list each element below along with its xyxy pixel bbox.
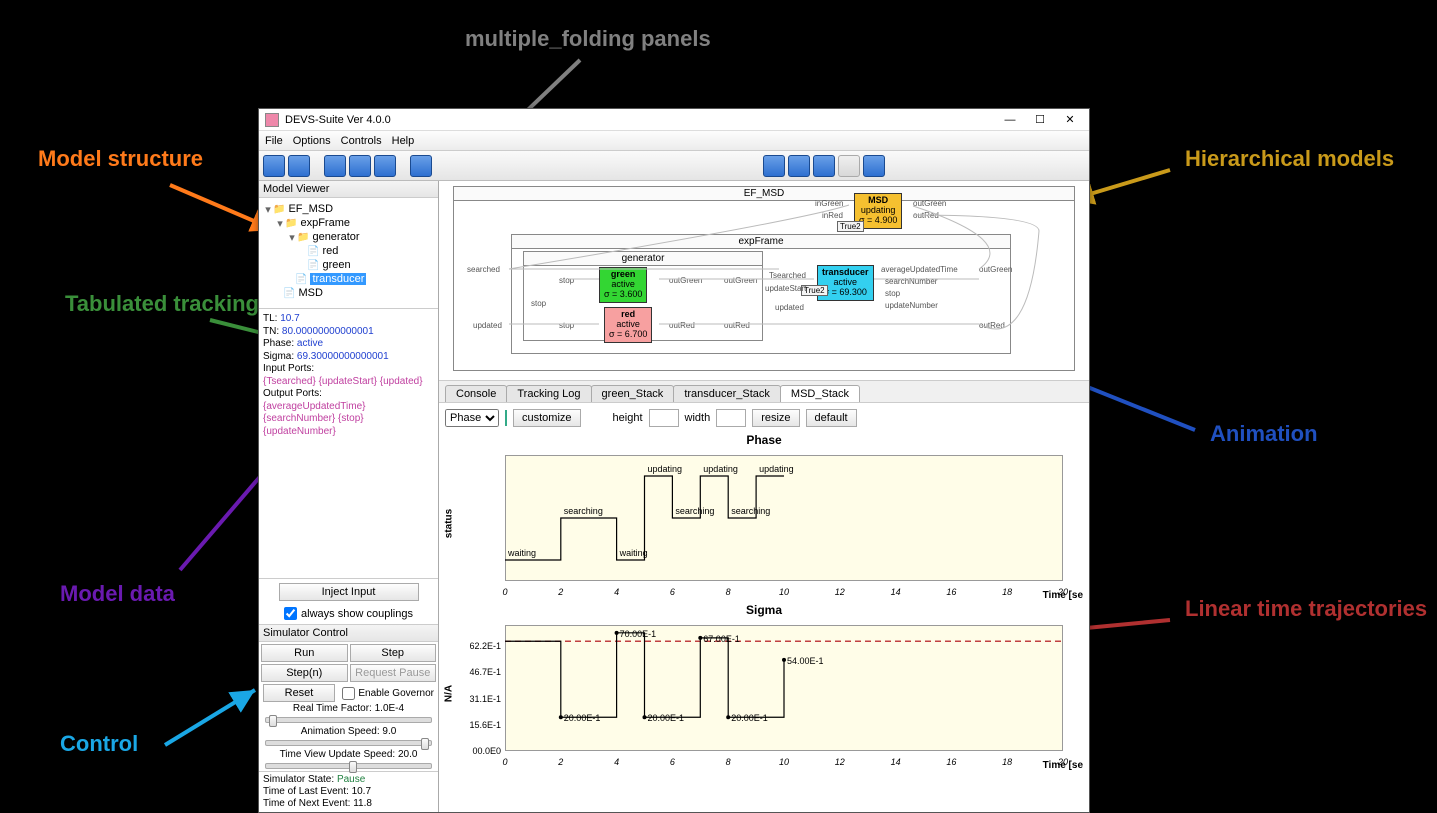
right-panel: EF_MSD expFrame generator greenactiveσ =…	[439, 181, 1089, 812]
toolbar-btn-6[interactable]	[410, 155, 432, 177]
input-ports: {Tsearched} {updateStart} {updated}	[263, 376, 434, 389]
model-tree[interactable]: ▾📁EF_MSD ▾📁expFrame ▾📁generator 📄red 📄gr…	[259, 198, 438, 308]
tree-green[interactable]: green	[322, 259, 350, 271]
anim-label: Animation Speed: 9.0	[259, 725, 438, 738]
step-button[interactable]: Step	[350, 644, 437, 662]
tree-msd[interactable]: MSD	[298, 287, 322, 299]
minimize-button[interactable]: —	[997, 111, 1023, 129]
model-canvas[interactable]: EF_MSD expFrame generator greenactiveσ =…	[439, 181, 1089, 381]
tn-value: 80.00000000000001	[282, 326, 374, 337]
toolbar-btn-4[interactable]	[349, 155, 371, 177]
tree-red[interactable]: red	[322, 245, 338, 257]
toolbar-btn-2[interactable]	[288, 155, 310, 177]
menu-help[interactable]: Help	[392, 135, 415, 147]
app-window: DEVS-Suite Ver 4.0.0 — ☐ ✕ File Options …	[258, 108, 1090, 813]
tree-generator[interactable]: generator	[312, 231, 359, 243]
resize-button[interactable]: resize	[752, 409, 799, 427]
tab-transducerstack[interactable]: transducer_Stack	[673, 385, 781, 402]
annot-tabulated-tracking: Tabulated tracking	[65, 290, 259, 319]
tree-expframe[interactable]: expFrame	[300, 217, 350, 229]
tl-value: 10.7	[280, 313, 299, 324]
run-button[interactable]: Run	[261, 644, 348, 662]
chart-sigma: SigmaN/ATime [se0246810121416182000.0E01…	[445, 603, 1083, 773]
toolbar-btn-3[interactable]	[324, 155, 346, 177]
chart-phase: PhasestatusTime [se02468101214161820wait…	[445, 433, 1083, 603]
tracking-panel: TL: 10.7 TN: 80.00000000000001 Phase: ac…	[259, 308, 438, 578]
sim-state: Pause	[337, 774, 365, 785]
simulator-control: Simulator Control Run Step Step(n) Reque…	[259, 624, 438, 812]
enable-governor-checkbox[interactable]	[342, 687, 355, 700]
reset-button[interactable]: Reset	[263, 684, 335, 702]
menubar: File Options Controls Help	[259, 131, 1089, 151]
tab-trackinglog[interactable]: Tracking Log	[506, 385, 591, 402]
last-event: 10.7	[352, 786, 371, 797]
next-event: 11.8	[353, 798, 372, 809]
annot-model-data: Model data	[60, 580, 175, 609]
rtf-label: Real Time Factor: 1.0E-4	[259, 702, 438, 715]
dev-green[interactable]: greenactiveσ = 3.600	[599, 267, 647, 303]
menu-file[interactable]: File	[265, 135, 283, 147]
annot-control: Control	[60, 730, 138, 759]
window-title: DEVS-Suite Ver 4.0.0	[285, 114, 993, 126]
height-input[interactable]	[649, 409, 679, 427]
tvus-slider[interactable]	[265, 763, 432, 769]
menu-controls[interactable]: Controls	[341, 135, 382, 147]
toolbar-btn-1[interactable]	[263, 155, 285, 177]
stepn-button[interactable]: Step(n)	[261, 664, 348, 682]
toolbar-btn-5[interactable]	[374, 155, 396, 177]
annot-hierarchical-models: Hierarchical models	[1185, 145, 1394, 174]
sigma-value: 69.30000000000001	[297, 351, 389, 362]
tvus-label: Time View Update Speed: 20.0	[259, 748, 438, 761]
phase-select[interactable]: Phase	[445, 409, 499, 427]
customize-button[interactable]: customize	[513, 409, 581, 427]
app-icon	[265, 113, 279, 127]
close-button[interactable]: ✕	[1057, 111, 1083, 129]
dev-red[interactable]: redactiveσ = 6.700	[604, 307, 652, 343]
request-pause-button[interactable]: Request Pause	[350, 664, 437, 682]
phase-value: active	[297, 338, 323, 349]
sim-forward-button[interactable]	[813, 155, 835, 177]
tab-msdstack[interactable]: MSD_Stack	[780, 385, 860, 402]
output-tabs: Console Tracking Log green_Stack transdu…	[439, 381, 1089, 403]
msg-true2a: True2	[837, 221, 864, 232]
width-input[interactable]	[716, 409, 746, 427]
maximize-button[interactable]: ☐	[1027, 111, 1053, 129]
anim-slider[interactable]	[265, 740, 432, 746]
toolbar	[259, 151, 1089, 181]
left-panel: Model Viewer ▾📁EF_MSD ▾📁expFrame ▾📁gener…	[259, 181, 439, 812]
sim-play-button[interactable]	[788, 155, 810, 177]
titlebar[interactable]: DEVS-Suite Ver 4.0.0 — ☐ ✕	[259, 109, 1089, 131]
sim-rewind-button[interactable]	[763, 155, 785, 177]
annot-multiple-folding: multiple_folding panels	[465, 25, 711, 54]
sim-stop-button[interactable]	[838, 155, 860, 177]
tree-root[interactable]: EF_MSD	[288, 203, 333, 215]
rtf-slider[interactable]	[265, 717, 432, 723]
tree-transducer[interactable]: transducer	[310, 273, 366, 285]
model-viewer-header: Model Viewer	[259, 181, 438, 198]
always-show-couplings-checkbox[interactable]	[284, 607, 297, 620]
annot-model-structure: Model structure	[38, 145, 203, 174]
inject-input-button[interactable]: Inject Input	[279, 583, 419, 601]
menu-options[interactable]: Options	[293, 135, 331, 147]
annot-animation: Animation	[1210, 420, 1318, 449]
tab-greenstack[interactable]: green_Stack	[591, 385, 675, 402]
default-button[interactable]: default	[806, 409, 857, 427]
annot-linear-time: Linear time trajectories	[1185, 595, 1427, 624]
output-ports: {averageUpdatedTime} {searchNumber} {sto…	[263, 401, 434, 439]
simctrl-header: Simulator Control	[259, 625, 438, 642]
sim-reload-button[interactable]	[863, 155, 885, 177]
chart-area: Phase customize height width resize defa…	[439, 403, 1089, 812]
tab-console[interactable]: Console	[445, 385, 507, 402]
